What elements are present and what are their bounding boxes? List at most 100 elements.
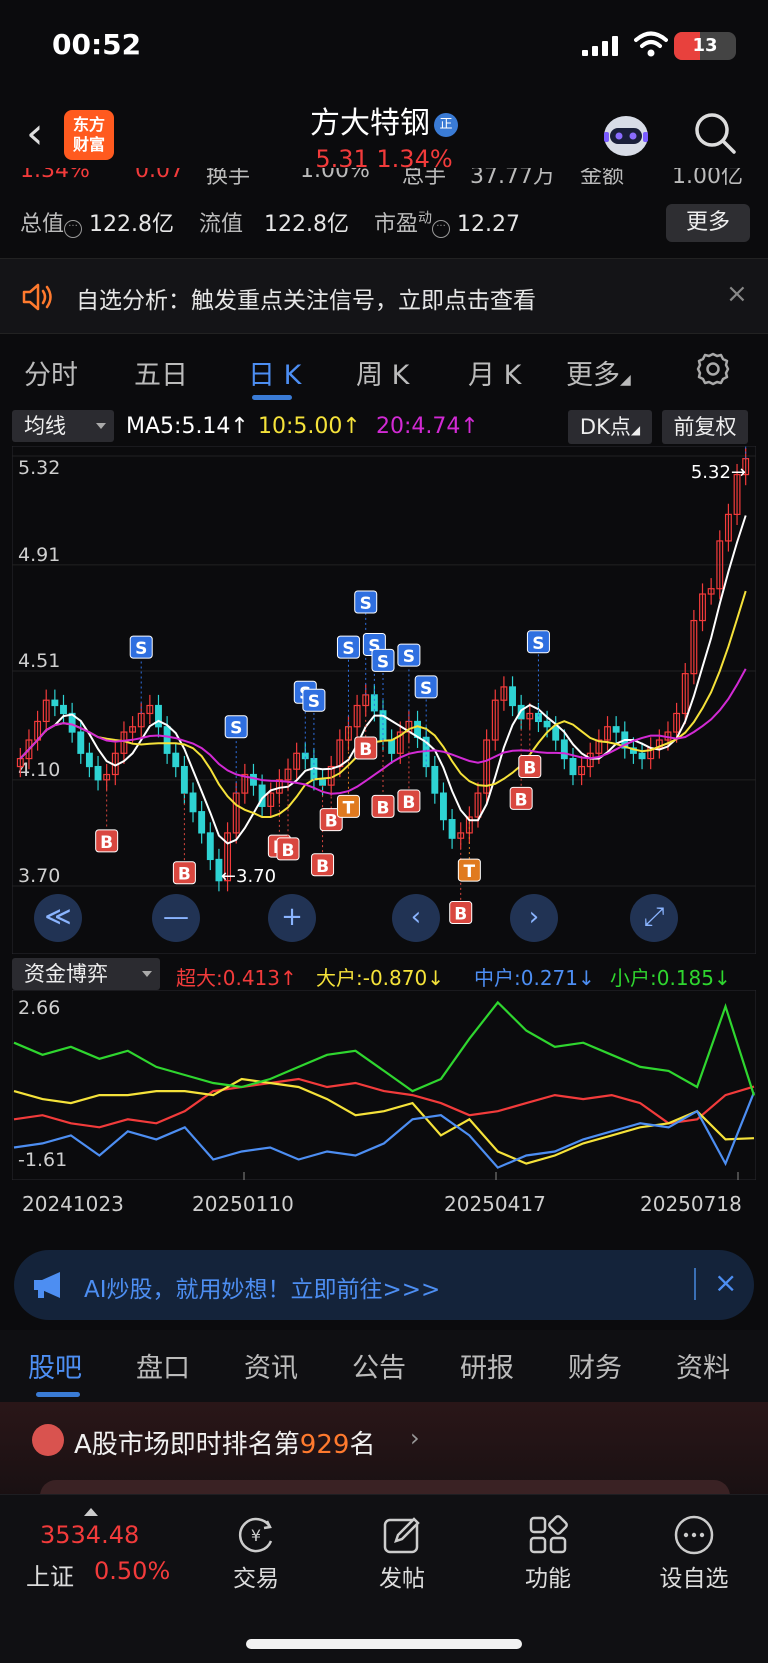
signal-label: S xyxy=(342,639,354,659)
compose-icon[interactable] xyxy=(380,1513,424,1557)
y-tick-label: 4.10 xyxy=(18,759,60,781)
candle xyxy=(85,752,93,768)
tab-monthly-k[interactable]: 月 K xyxy=(468,353,521,392)
rank-icon xyxy=(32,1424,64,1456)
signal-label: B xyxy=(178,865,191,885)
candle xyxy=(60,704,67,715)
candle xyxy=(612,726,620,733)
nav-add-watchlist[interactable]: 设自选 xyxy=(644,1559,744,1593)
nav-functions[interactable]: 功能 xyxy=(498,1559,598,1593)
candle xyxy=(431,765,439,794)
more-dots-icon[interactable] xyxy=(672,1513,716,1557)
more-button[interactable]: 更多 xyxy=(666,204,750,242)
signal-label: B xyxy=(100,833,113,853)
quote-row-partial: 1.34% 0.07 换手 1.00% 总手 37.77万 金额 1.00亿 xyxy=(20,168,760,192)
tab-daily-k[interactable]: 日 K xyxy=(248,353,301,392)
tab-announcements[interactable]: 公告 xyxy=(352,1346,406,1385)
signal-label: T xyxy=(343,798,355,818)
robot-assistant-icon[interactable] xyxy=(600,110,652,162)
index-value[interactable]: 3534.48 xyxy=(40,1521,139,1549)
home-indicator xyxy=(246,1639,522,1649)
corner-triangle-icon: ◢ xyxy=(620,372,631,388)
tab-more[interactable]: 更多◢ xyxy=(566,353,631,392)
signal-label: B xyxy=(515,790,528,810)
status-bar: 00:52 13 xyxy=(0,0,768,90)
fullscreen-button[interactable]: ⤢ xyxy=(630,894,678,942)
index-name[interactable]: 上证 xyxy=(26,1557,74,1592)
next-button[interactable]: › xyxy=(510,894,558,942)
previous-button[interactable]: ‹ xyxy=(392,894,440,942)
chart-frame xyxy=(12,990,756,1180)
divider xyxy=(694,1268,696,1300)
trade-icon[interactable]: ¥ xyxy=(234,1513,278,1557)
candle xyxy=(638,752,646,760)
date-label: 20250718 xyxy=(640,1192,742,1216)
close-icon[interactable]: × xyxy=(714,1266,737,1299)
cut-turnover-label: 换手 xyxy=(206,168,251,189)
signal-label: B xyxy=(523,759,536,779)
tab-profile[interactable]: 资料 xyxy=(676,1346,730,1385)
analysis-notice[interactable]: 自选分析：触发重点关注信号，立即点击查看 × xyxy=(0,258,768,334)
fund-mid-label: 中户:0.271↓ xyxy=(474,966,595,990)
tab-orderbook[interactable]: 盘口 xyxy=(136,1346,190,1385)
signal-label: S xyxy=(420,679,432,699)
notice-text: 自选分析：触发重点关注信号，立即点击查看 xyxy=(76,288,536,314)
corner-triangle-icon: ◢ xyxy=(630,423,641,437)
signal-label: S xyxy=(230,719,242,739)
tab-news[interactable]: 资讯 xyxy=(244,1346,298,1385)
nav-trade[interactable]: 交易 xyxy=(206,1559,306,1593)
fund-flow-chart[interactable]: 2.66 -1.61 xyxy=(12,990,756,1180)
chart-frame xyxy=(12,446,756,954)
candle xyxy=(569,757,577,776)
zoom-out-button[interactable]: — xyxy=(152,894,200,942)
cut-amount-label: 金额 xyxy=(580,168,625,189)
info-icon[interactable]: ··· xyxy=(432,220,451,238)
signal-label: S xyxy=(532,634,544,654)
y-tick-label: 4.91 xyxy=(18,544,60,566)
tab-weekly-k[interactable]: 周 K xyxy=(356,353,409,392)
tab-forum[interactable]: 股吧 xyxy=(28,1346,82,1385)
content-tabs: 股吧 盘口 资讯 公告 研报 财务 资料 xyxy=(0,1330,768,1402)
cut-volume-label: 总手 xyxy=(402,168,447,189)
adjust-button[interactable]: 前复权 xyxy=(662,410,748,444)
candle xyxy=(180,765,188,794)
tab-five-day[interactable]: 五日 xyxy=(134,353,188,392)
signal-label: S xyxy=(377,652,389,672)
close-icon[interactable]: × xyxy=(726,279,748,309)
zoom-in-button[interactable]: + xyxy=(268,894,316,942)
fund-small-label: 小户:0.185↓ xyxy=(610,966,731,990)
rank-text: A股市场即时排名第929名 xyxy=(74,1424,375,1461)
candlestick-chart[interactable]: 5.324.914.514.103.705.32→←3.70SBBSBBSSBB… xyxy=(12,446,756,954)
tab-research[interactable]: 研报 xyxy=(460,1346,514,1385)
grid-icon[interactable] xyxy=(526,1513,570,1557)
cut-volume: 37.77万 xyxy=(470,168,555,189)
rewind-button[interactable]: ≪ xyxy=(34,894,82,942)
nav-post[interactable]: 发帖 xyxy=(352,1559,452,1593)
status-badge: 正 xyxy=(434,112,458,137)
candle xyxy=(250,773,257,786)
signal-label: S xyxy=(403,647,415,667)
search-icon[interactable] xyxy=(692,110,738,156)
tab-intraday[interactable]: 分时 xyxy=(24,353,78,392)
info-icon[interactable]: ··· xyxy=(64,220,83,238)
candle xyxy=(388,739,396,754)
arrow-up-icon xyxy=(84,1501,98,1516)
dk-point-button[interactable]: DK点◢ xyxy=(568,410,652,444)
tab-finance[interactable]: 财务 xyxy=(568,1346,622,1385)
fund-row: 资金博弈 超大:0.413↑ 大户:-0.870↓ 中户:0.271↓ 小户:0… xyxy=(12,958,762,990)
max-price-label: 5.32→ xyxy=(691,462,746,483)
ai-banner[interactable]: AI炒股，就用妙想！立即前往>>> × xyxy=(14,1250,754,1320)
gear-icon[interactable] xyxy=(694,350,732,388)
cut-change: 0.07 xyxy=(135,168,184,183)
cut-amount: 1.00亿 xyxy=(672,168,743,189)
signal-label: T xyxy=(464,862,476,882)
ma20-label: 20:4.74↑ xyxy=(376,414,479,439)
total-value: 122.8亿 xyxy=(89,212,174,237)
fund-select[interactable]: 资金博弈 xyxy=(12,958,160,990)
rank-prefix: A股市场即时排名第 xyxy=(74,1430,300,1460)
indicator-select[interactable]: 均线 xyxy=(12,410,114,442)
ma5-label: MA5:5.14↑ xyxy=(126,414,249,439)
speaker-icon xyxy=(22,283,52,311)
candle xyxy=(509,686,516,707)
rank-banner[interactable]: A股市场即时排名第929名 › xyxy=(0,1402,768,1520)
